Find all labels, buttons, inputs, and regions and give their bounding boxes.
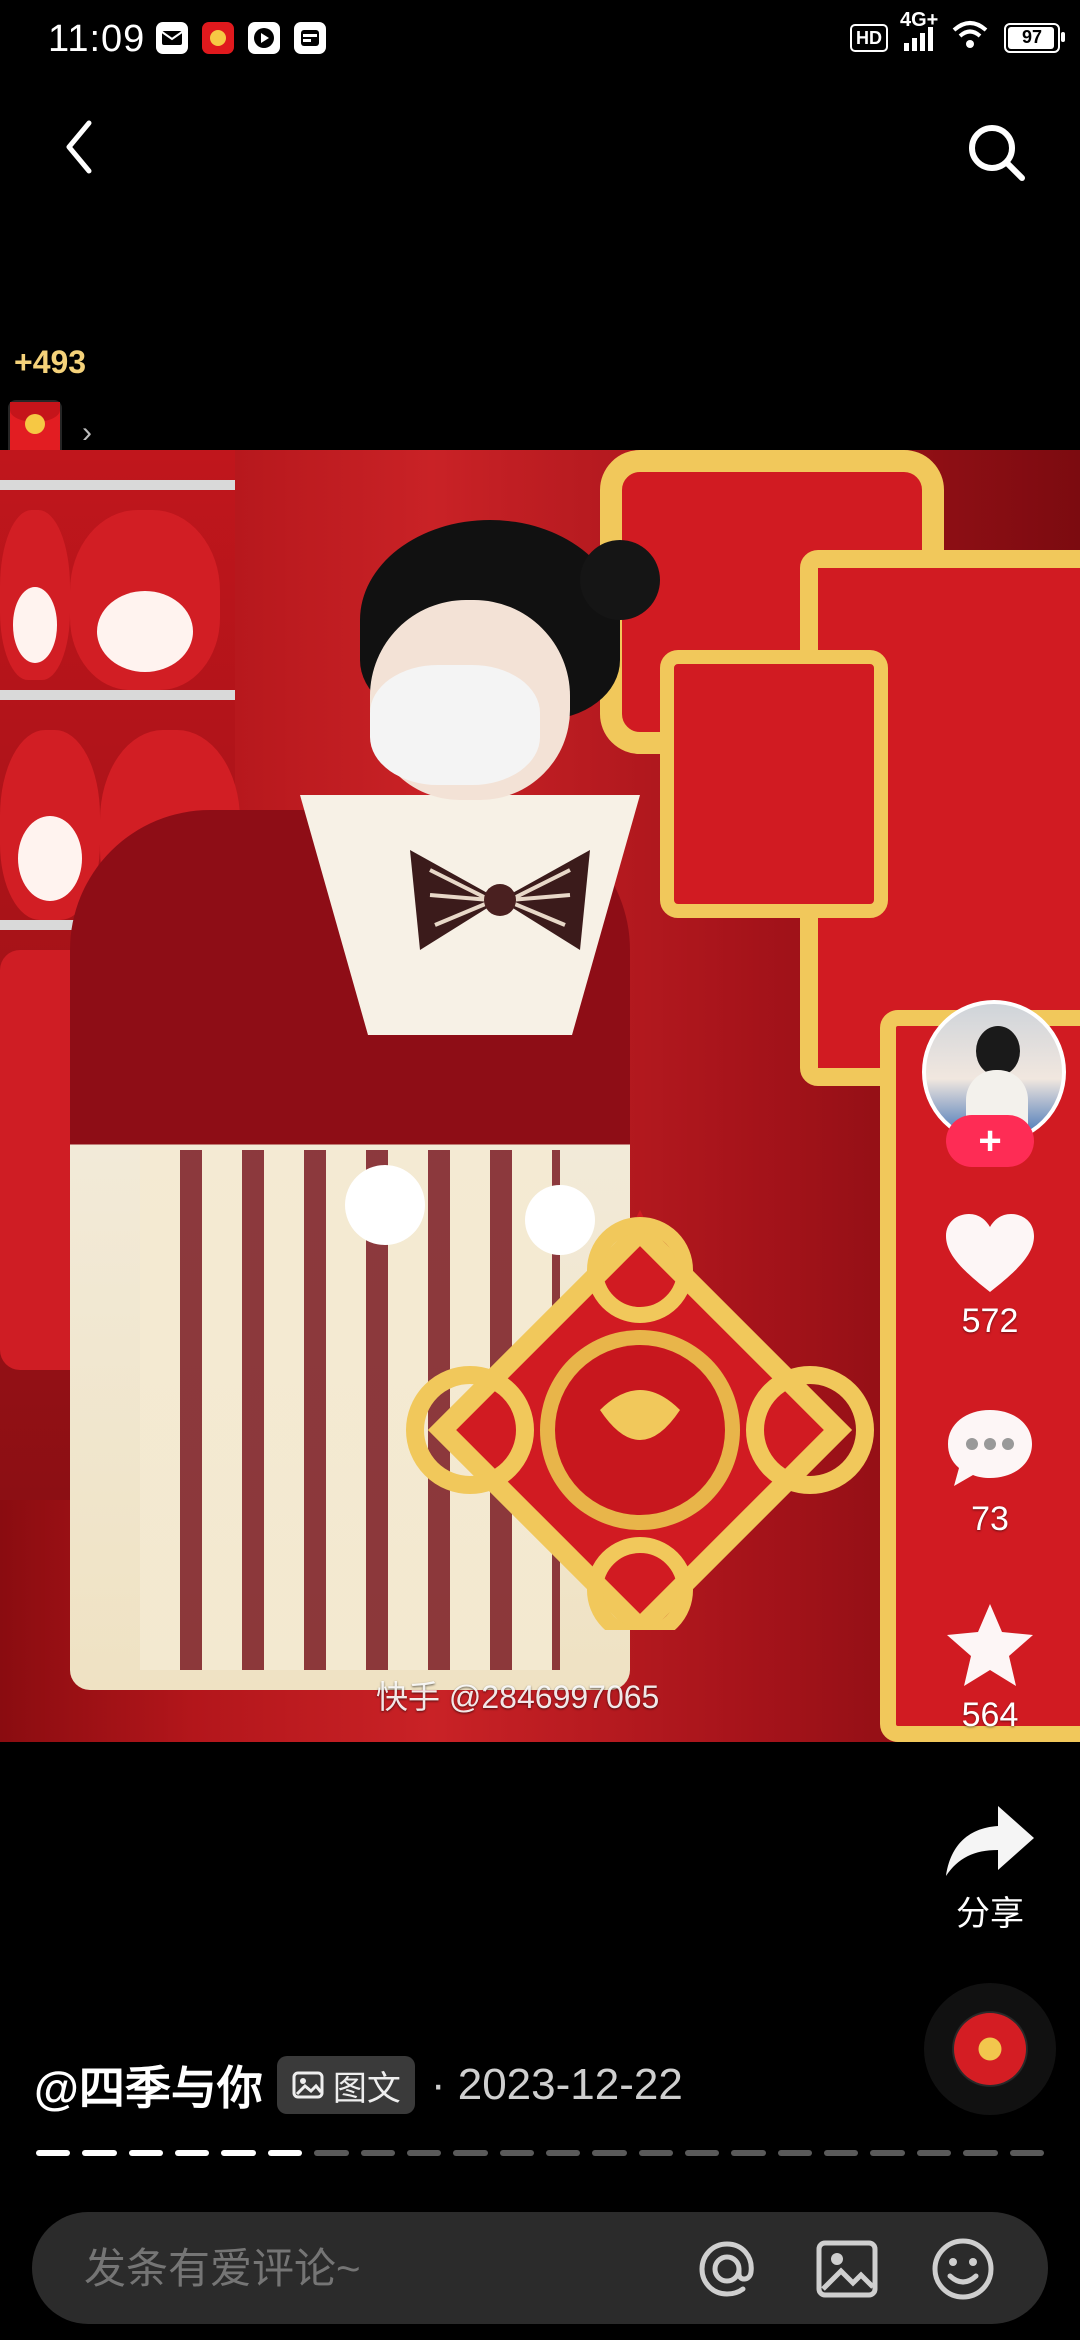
reward-count: +493: [14, 344, 87, 380]
progress-dash: [963, 2150, 998, 2156]
progress-dash: [592, 2150, 627, 2156]
favorite-count: 564: [961, 1696, 1019, 1734]
post-photo[interactable]: [0, 450, 1080, 1742]
hd-badge: HD: [850, 23, 888, 52]
comment-count: 73: [971, 1500, 1009, 1538]
progress-dash: [267, 2150, 303, 2156]
progress-dash: [685, 2150, 720, 2156]
share-label: 分享: [956, 1895, 1024, 1933]
back-button[interactable]: [44, 112, 114, 182]
like-button[interactable]: 572: [928, 1210, 1052, 1341]
image-picker-button[interactable]: [812, 2234, 882, 2304]
signal-icon: 4G+: [900, 9, 938, 53]
progress-dash: [82, 2150, 117, 2156]
progress-dash: [221, 2150, 256, 2156]
post-type-badge: 图文: [276, 2056, 415, 2114]
progress-dash: [638, 2150, 674, 2156]
image-icon: [816, 2240, 878, 2298]
wifi-icon: [950, 20, 990, 55]
card-notification-icon: [294, 22, 326, 54]
comment-bubble-icon: [948, 1410, 1032, 1486]
smile-icon: [932, 2238, 994, 2300]
progress-dash: [175, 2150, 210, 2156]
image-icon: [292, 2071, 324, 2099]
star-icon: [947, 1604, 1033, 1686]
mention-button[interactable]: [692, 2234, 762, 2304]
progress-dash: [453, 2150, 488, 2156]
post-date: · 2023-12-22: [430, 2060, 683, 2109]
image-progress-indicator: [36, 2150, 1044, 2156]
notification-icons: [156, 22, 326, 54]
author-name[interactable]: @四季与你: [34, 2052, 263, 2118]
progress-dash: [870, 2150, 905, 2156]
decoration-knot: [660, 650, 888, 918]
progress-dash: [128, 2150, 164, 2156]
share-button[interactable]: 分享: [928, 1800, 1052, 1935]
watermark: 快手 @2846997065: [376, 1679, 660, 1715]
network-type: 4G+: [900, 8, 939, 31]
battery-level: 97: [1021, 27, 1043, 47]
search-button[interactable]: [956, 112, 1036, 192]
chevron-left-icon: [66, 120, 92, 174]
progress-dash: [777, 2150, 813, 2156]
app-notification-icon: [202, 22, 234, 54]
plush-toy: [70, 510, 220, 690]
shelf-bar: [0, 480, 235, 490]
follow-button[interactable]: +: [946, 1115, 1034, 1167]
chinese-knot-decoration: [406, 1210, 874, 1630]
like-count: 572: [961, 1302, 1019, 1340]
progress-dash: [824, 2150, 859, 2156]
status-time: 11:09: [48, 18, 146, 60]
video-notification-icon: [248, 22, 280, 54]
reward-expand-icon[interactable]: ›: [82, 416, 92, 450]
favorite-button[interactable]: 564: [928, 1600, 1052, 1735]
post-info: @四季与你 图文 · 2023-12-22: [34, 2052, 683, 2118]
battery-icon: 97: [1004, 22, 1065, 53]
shelf-bar: [0, 690, 235, 700]
message-notification-icon: [156, 22, 188, 54]
post-type-label: 图文: [332, 2069, 401, 2108]
progress-dash: [406, 2150, 442, 2156]
emoji-button[interactable]: [928, 2234, 998, 2304]
comment-input[interactable]: [82, 2212, 686, 2326]
progress-dash: [360, 2150, 395, 2156]
system-status-icons: HD 4G+ 97: [850, 9, 1065, 55]
progress-dash: [314, 2150, 349, 2156]
music-disc[interactable]: [924, 1983, 1056, 2115]
bow: [410, 850, 590, 950]
progress-dash: [731, 2150, 766, 2156]
at-icon: [699, 2241, 754, 2297]
hair-bun: [580, 540, 660, 620]
progress-dash: [1009, 2150, 1044, 2156]
comment-bar: [32, 2212, 1048, 2326]
progress-dash: [916, 2150, 952, 2156]
search-icon: [969, 125, 1025, 181]
progress-dash: [499, 2150, 534, 2156]
music-cover: [954, 2013, 1026, 2085]
plush-toy: [0, 510, 70, 680]
status-bar: 11:09 HD 4G+ 97: [0, 0, 1080, 80]
face-mask: [370, 665, 540, 785]
heart-icon: [946, 1214, 1034, 1292]
comment-button[interactable]: 73: [928, 1404, 1052, 1539]
progress-dash: [36, 2150, 71, 2156]
share-arrow-icon: [946, 1806, 1034, 1876]
progress-dash: [545, 2150, 581, 2156]
